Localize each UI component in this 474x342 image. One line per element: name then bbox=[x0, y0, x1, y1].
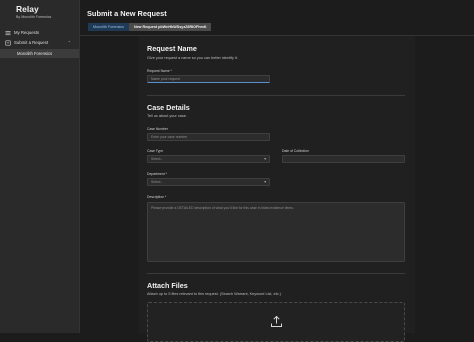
section-subtitle-attach-files: Attach up to 5 files relevant to this re… bbox=[147, 292, 281, 296]
section-separator bbox=[147, 273, 405, 274]
breadcrumb-tabs: Monolith Forensics New Request pbWnHhWSs… bbox=[88, 23, 212, 31]
date-of-collection-label: Date of Collection bbox=[282, 149, 309, 153]
chevron-down-icon: ▾ bbox=[264, 157, 266, 161]
date-of-collection-input[interactable] bbox=[282, 155, 405, 163]
tab-new-request[interactable]: New Request pbWnHhWSsyzZ8RIOFhmK bbox=[128, 23, 212, 31]
sidebar-item-my-requests[interactable]: My Requests bbox=[3, 28, 77, 37]
upload-icon[interactable] bbox=[270, 315, 283, 328]
description-textarea[interactable]: Please provide a DETAILED description of… bbox=[147, 202, 405, 262]
chevron-up-icon: ⌃ bbox=[67, 40, 71, 45]
section-subtitle-case-details: Tell us about your case. bbox=[147, 114, 187, 118]
case-type-label: Case Type bbox=[147, 149, 164, 153]
request-name-label: Request Name * bbox=[147, 69, 172, 73]
case-type-value: Select... bbox=[151, 157, 164, 161]
sidebar: Relay By Monolith Forensics My Requests … bbox=[0, 0, 80, 333]
chevron-down-icon: ▾ bbox=[264, 180, 266, 184]
case-number-placeholder: Enter your case number bbox=[151, 135, 188, 139]
section-separator bbox=[147, 95, 405, 96]
section-title-request-name: Request Name bbox=[147, 44, 197, 53]
submit-icon bbox=[5, 40, 11, 46]
department-value: Select... bbox=[151, 180, 164, 184]
request-name-input[interactable]: Name your request bbox=[147, 75, 270, 83]
case-number-input[interactable]: Enter your case number bbox=[147, 133, 270, 141]
description-label: Description * bbox=[147, 195, 167, 199]
department-label: Department * bbox=[147, 172, 167, 176]
page-title: Submit a New Request bbox=[87, 9, 167, 18]
case-type-select[interactable]: Select... ▾ bbox=[147, 155, 270, 163]
sidebar-subitem-label: Monolith Forensics bbox=[17, 51, 53, 56]
app-title: Relay bbox=[16, 4, 39, 14]
sidebar-item-submit-request[interactable]: Submit a Request ⌃ bbox=[3, 38, 77, 47]
section-title-attach-files: Attach Files bbox=[147, 281, 188, 290]
app-org: By Monolith Forensics bbox=[16, 15, 52, 19]
section-title-case-details: Case Details bbox=[147, 103, 190, 112]
list-icon bbox=[5, 30, 11, 36]
sidebar-subitem-monolith-forensics[interactable]: Monolith Forensics bbox=[0, 49, 79, 58]
sidebar-item-label: Submit a Request bbox=[14, 40, 49, 45]
case-number-label: Case Number bbox=[147, 127, 168, 131]
sidebar-item-label: My Requests bbox=[14, 30, 40, 35]
department-select[interactable]: Select... ▾ bbox=[147, 178, 270, 186]
request-name-placeholder: Name your request bbox=[151, 77, 180, 81]
section-subtitle-request-name: Give your request a name so you can bett… bbox=[147, 56, 238, 60]
tab-monolith-forensics[interactable]: Monolith Forensics bbox=[88, 23, 129, 31]
description-placeholder: Please provide a DETAILED description of… bbox=[151, 206, 294, 210]
